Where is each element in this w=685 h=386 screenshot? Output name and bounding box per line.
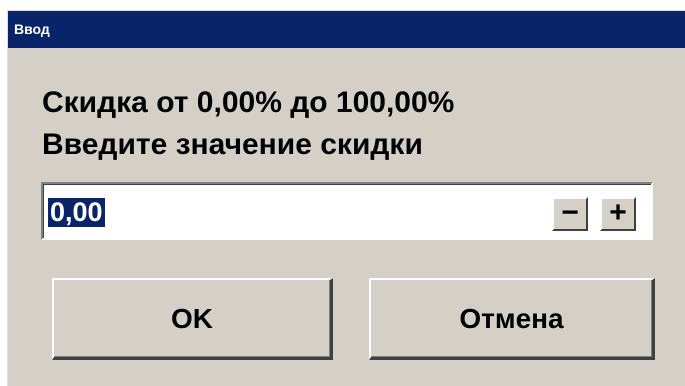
discount-input[interactable]: 0,00 − + <box>41 182 653 240</box>
ok-button[interactable]: OK <box>52 278 333 360</box>
discount-value[interactable]: 0,00 <box>48 198 105 227</box>
dialog-titlebar[interactable]: Ввод <box>8 11 685 48</box>
discount-instruction-label: Введите значение скидки <box>42 128 423 161</box>
discount-input-field[interactable]: 0,00 − + <box>43 184 651 238</box>
cancel-button[interactable]: Отмена <box>369 278 655 360</box>
input-dialog: Ввод Скидка от 0,00% до 100,00% Введите … <box>7 10 685 386</box>
discount-range-label: Скидка от 0,00% до 100,00% <box>42 86 455 119</box>
dialog-title: Ввод <box>14 21 50 37</box>
increment-button[interactable]: + <box>600 197 636 231</box>
prompt-text: Скидка от 0,00% до 100,00% Введите значе… <box>42 82 454 166</box>
decrement-button[interactable]: − <box>552 197 588 231</box>
